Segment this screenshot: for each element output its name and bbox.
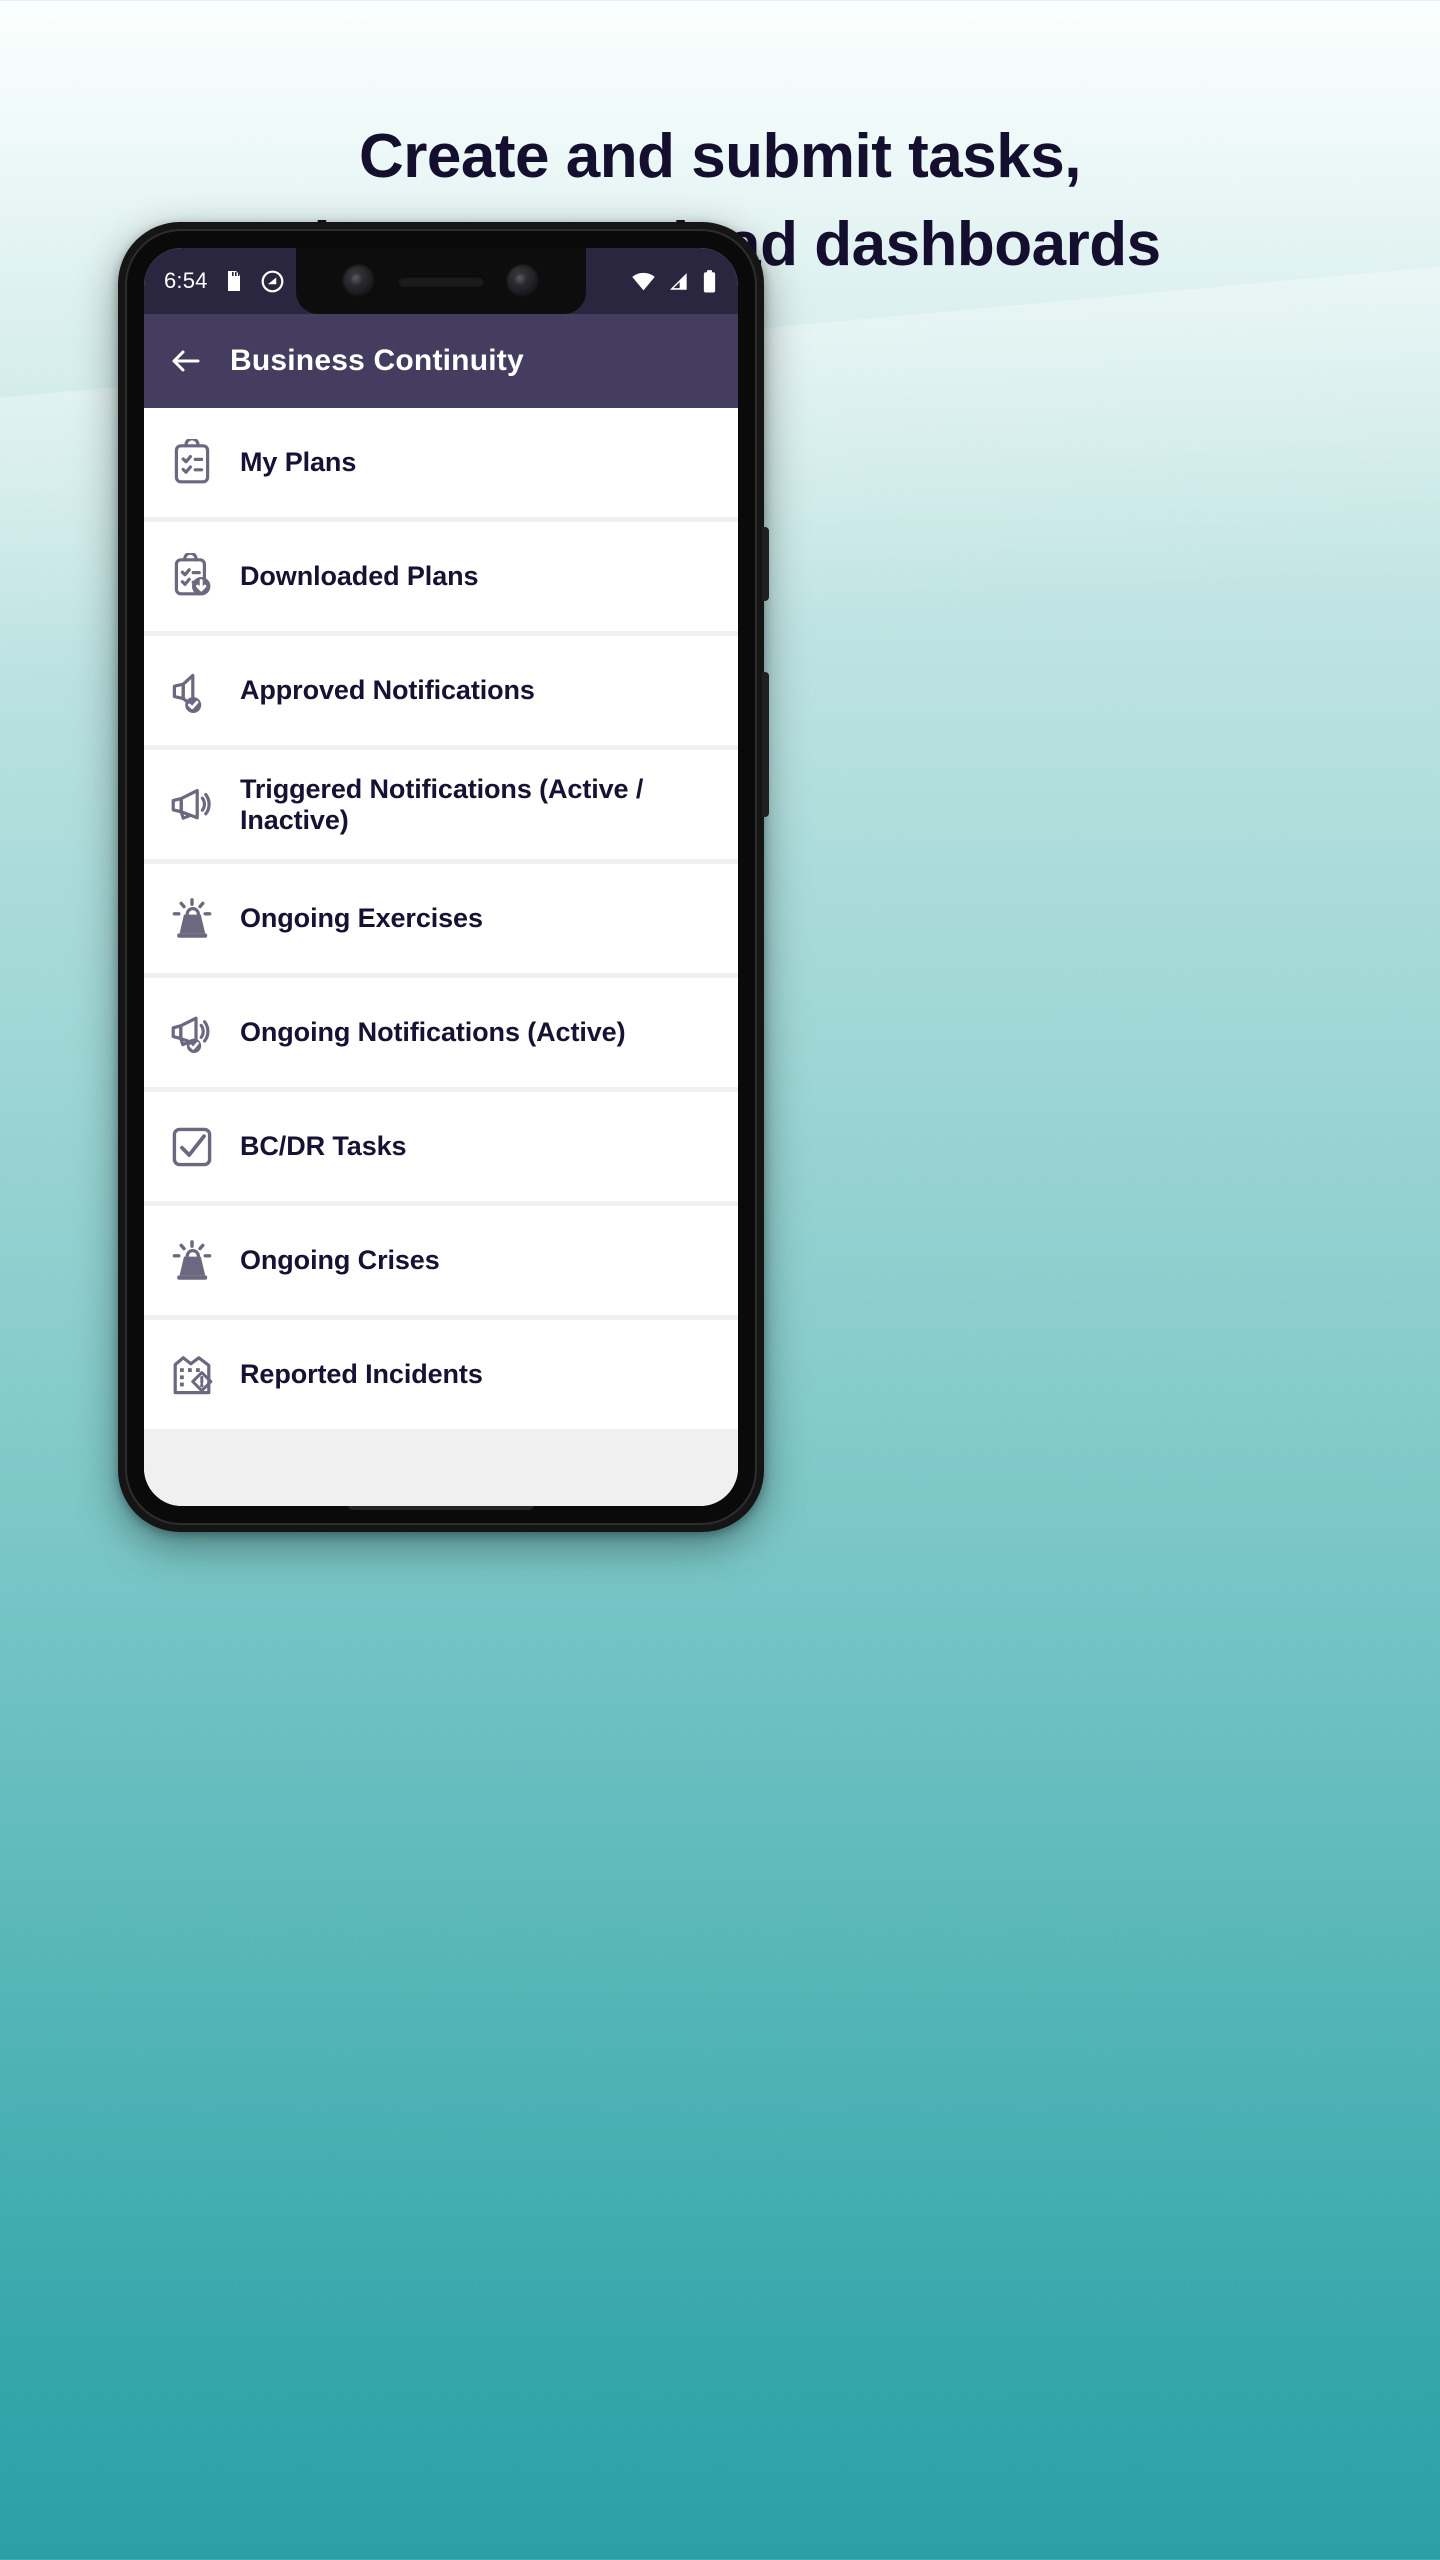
megaphone-check-icon <box>172 673 202 713</box>
list-item-ongoing-exercises[interactable]: Ongoing Exercises <box>144 864 738 978</box>
phone-device-frame: 6:54 Business Continuity My Plans Downlo… <box>118 222 769 1532</box>
list-item-label: Ongoing Exercises <box>240 903 483 933</box>
list-item-label: Reported Incidents <box>240 1359 483 1389</box>
clipboard-checklist-icon <box>174 438 210 483</box>
list-item-label: Ongoing Notifications (Active) <box>240 1017 626 1047</box>
list-item-reported-incidents[interactable]: Reported Incidents <box>144 1320 738 1434</box>
status-bar-clock: 6:54 <box>164 268 208 293</box>
megaphone-waves-check-icon <box>171 1016 210 1053</box>
page-title: Business Continuity <box>230 344 524 377</box>
list-item-approved-notifications[interactable]: Approved Notifications <box>144 636 738 750</box>
list-item-my-plans[interactable]: My Plans <box>144 408 738 522</box>
power-button[interactable] <box>762 527 769 601</box>
list-item-ongoing-notifications[interactable]: Ongoing Notifications (Active) <box>144 978 738 1092</box>
siren-icon <box>172 897 212 938</box>
list-item-label: My Plans <box>240 447 357 477</box>
list-item-downloaded-plans[interactable]: Downloaded Plans <box>144 522 738 636</box>
list-item-label: Triggered Notifications (Active / Inacti… <box>240 773 644 835</box>
camera-notch <box>296 248 586 314</box>
front-camera-lens-left <box>342 264 376 298</box>
list-item-label: BC/DR Tasks <box>240 1131 407 1161</box>
status-bar: 6:54 <box>144 248 738 314</box>
list-item-label: Approved Notifications <box>240 675 535 705</box>
list-item-label: Downloaded Plans <box>240 561 479 591</box>
checkbox-checked-icon <box>172 1127 212 1166</box>
megaphone-waves-icon <box>171 788 211 820</box>
damaged-building-warning-icon <box>173 1355 213 1394</box>
list-item-bcdr-tasks[interactable]: BC/DR Tasks <box>144 1092 738 1206</box>
list-item-label: Ongoing Crises <box>240 1245 440 1275</box>
do-not-disturb-icon <box>261 270 284 292</box>
earpiece-speaker <box>398 275 484 287</box>
list-empty-space <box>144 1434 738 1506</box>
clipboard-download-icon <box>174 552 211 595</box>
siren-icon <box>172 1239 212 1280</box>
list-item-ongoing-crises[interactable]: Ongoing Crises <box>144 1206 738 1320</box>
wifi-icon <box>632 272 655 290</box>
phone-screen: 6:54 Business Continuity My Plans Downlo… <box>144 248 738 1506</box>
front-camera-lens-right <box>506 264 540 298</box>
list-item-triggered-notifications[interactable]: Triggered Notifications (Active / Inacti… <box>144 750 738 864</box>
menu-list: My Plans Downloaded Plans Approved Notif… <box>144 408 738 1506</box>
headline-line-1: Create and submit tasks, <box>359 122 1081 191</box>
status-bar-left: 6:54 <box>164 268 285 294</box>
back-arrow-icon[interactable] <box>168 343 204 379</box>
volume-button[interactable] <box>762 672 769 817</box>
status-bar-right <box>631 269 718 294</box>
app-bar: Business Continuity <box>144 314 738 408</box>
sd-card-icon <box>227 271 240 291</box>
battery-icon <box>703 269 716 292</box>
cellular-signal-icon <box>669 272 687 290</box>
